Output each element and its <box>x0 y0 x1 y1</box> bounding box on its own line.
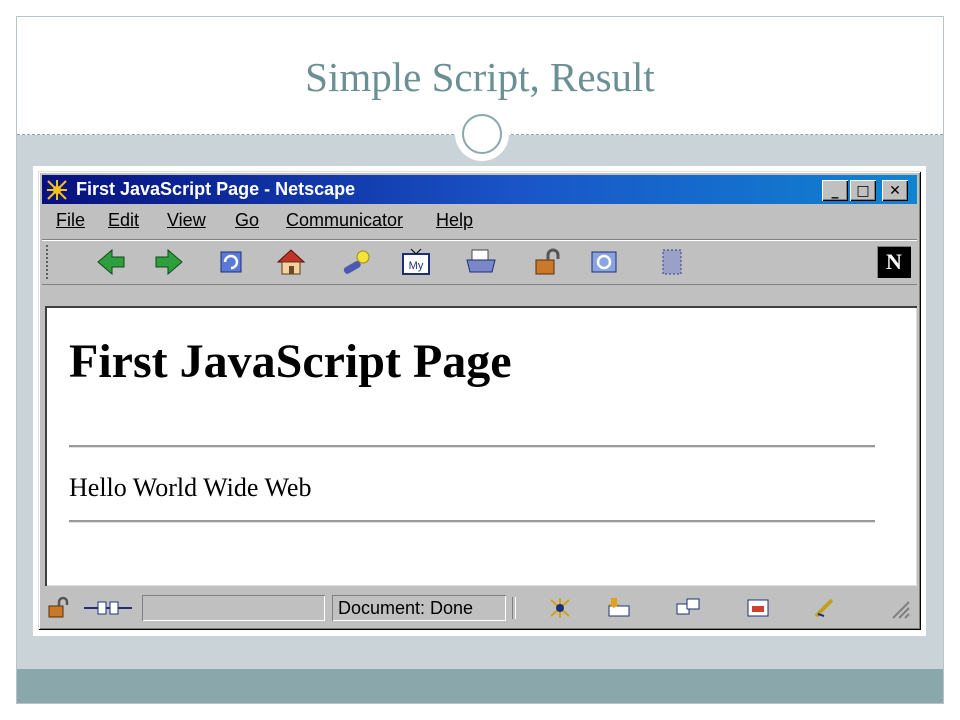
menu-go-label: Go <box>235 210 260 230</box>
component-bar-grip[interactable] <box>512 597 516 619</box>
search-icon[interactable] <box>339 246 373 278</box>
menu-edit[interactable]: Edit <box>108 210 139 231</box>
svg-text:My: My <box>409 260 424 272</box>
horizontal-rule <box>69 445 875 448</box>
composer-icon[interactable] <box>744 596 772 620</box>
menu-communicator[interactable]: Communicator <box>286 210 403 231</box>
connection-plug-icon <box>80 596 136 620</box>
progress-bar <box>142 595 325 621</box>
home-icon[interactable] <box>274 246 308 278</box>
menu-help-label: Help <box>436 210 474 230</box>
menu-communicator-label: Communicator <box>286 210 404 230</box>
menu-bar: File Edit View Go Communicator Help <box>42 206 917 234</box>
reload-icon[interactable] <box>215 246 249 278</box>
menu-view[interactable]: View <box>167 210 206 231</box>
bottom-band <box>17 669 943 703</box>
page-content: First JavaScript Page Hello World Wide W… <box>45 306 917 586</box>
slide-title: Simple Script, Result <box>305 54 655 100</box>
status-bar: Document: Done <box>42 591 917 625</box>
page-body-text: Hello World Wide Web <box>69 473 312 502</box>
menu-file[interactable]: File <box>56 210 85 231</box>
mailbox-icon[interactable] <box>605 596 633 620</box>
back-icon[interactable] <box>94 246 128 278</box>
toolbar-grip[interactable] <box>46 245 54 279</box>
stop-icon[interactable] <box>655 246 689 278</box>
menu-view-label: View <box>167 210 206 230</box>
discussions-icon[interactable] <box>674 596 702 620</box>
netscape-app-icon <box>46 179 68 201</box>
security-lock-icon[interactable] <box>45 596 73 620</box>
status-text: Document: Done <box>338 598 474 618</box>
minimize-button[interactable]: _ <box>822 180 848 201</box>
horizontal-rule <box>69 520 875 523</box>
close-button[interactable]: ✕ <box>882 180 908 201</box>
window-title: First JavaScript Page - Netscape <box>76 179 356 199</box>
maximize-button[interactable]: □ <box>850 180 876 201</box>
netscape-logo[interactable]: N <box>877 246 911 278</box>
my-netscape-icon[interactable]: My <box>399 246 433 278</box>
forward-icon[interactable] <box>152 246 186 278</box>
browser-screenshot: First JavaScript Page - Netscape _ □ ✕ F… <box>33 166 926 636</box>
title-ornament <box>455 107 509 161</box>
print-icon[interactable] <box>464 246 498 278</box>
navigator-icon[interactable] <box>547 596 575 620</box>
menu-file-label: File <box>56 210 86 230</box>
netscape-window: First JavaScript Page - Netscape _ □ ✕ F… <box>38 171 921 630</box>
page-heading: First JavaScript Page <box>69 335 512 388</box>
shop-icon[interactable] <box>587 246 621 278</box>
navigation-toolbar: My N <box>42 239 917 285</box>
resize-grip-icon[interactable] <box>887 596 911 620</box>
ornament-ring <box>462 114 502 154</box>
menu-edit-label: Edit <box>108 210 140 230</box>
title-bar[interactable]: First JavaScript Page - Netscape _ □ ✕ <box>42 175 917 204</box>
menu-help[interactable]: Help <box>436 210 473 231</box>
edit-pen-icon[interactable] <box>810 596 838 620</box>
menu-go[interactable]: Go <box>235 210 259 231</box>
security-icon[interactable] <box>530 246 564 278</box>
